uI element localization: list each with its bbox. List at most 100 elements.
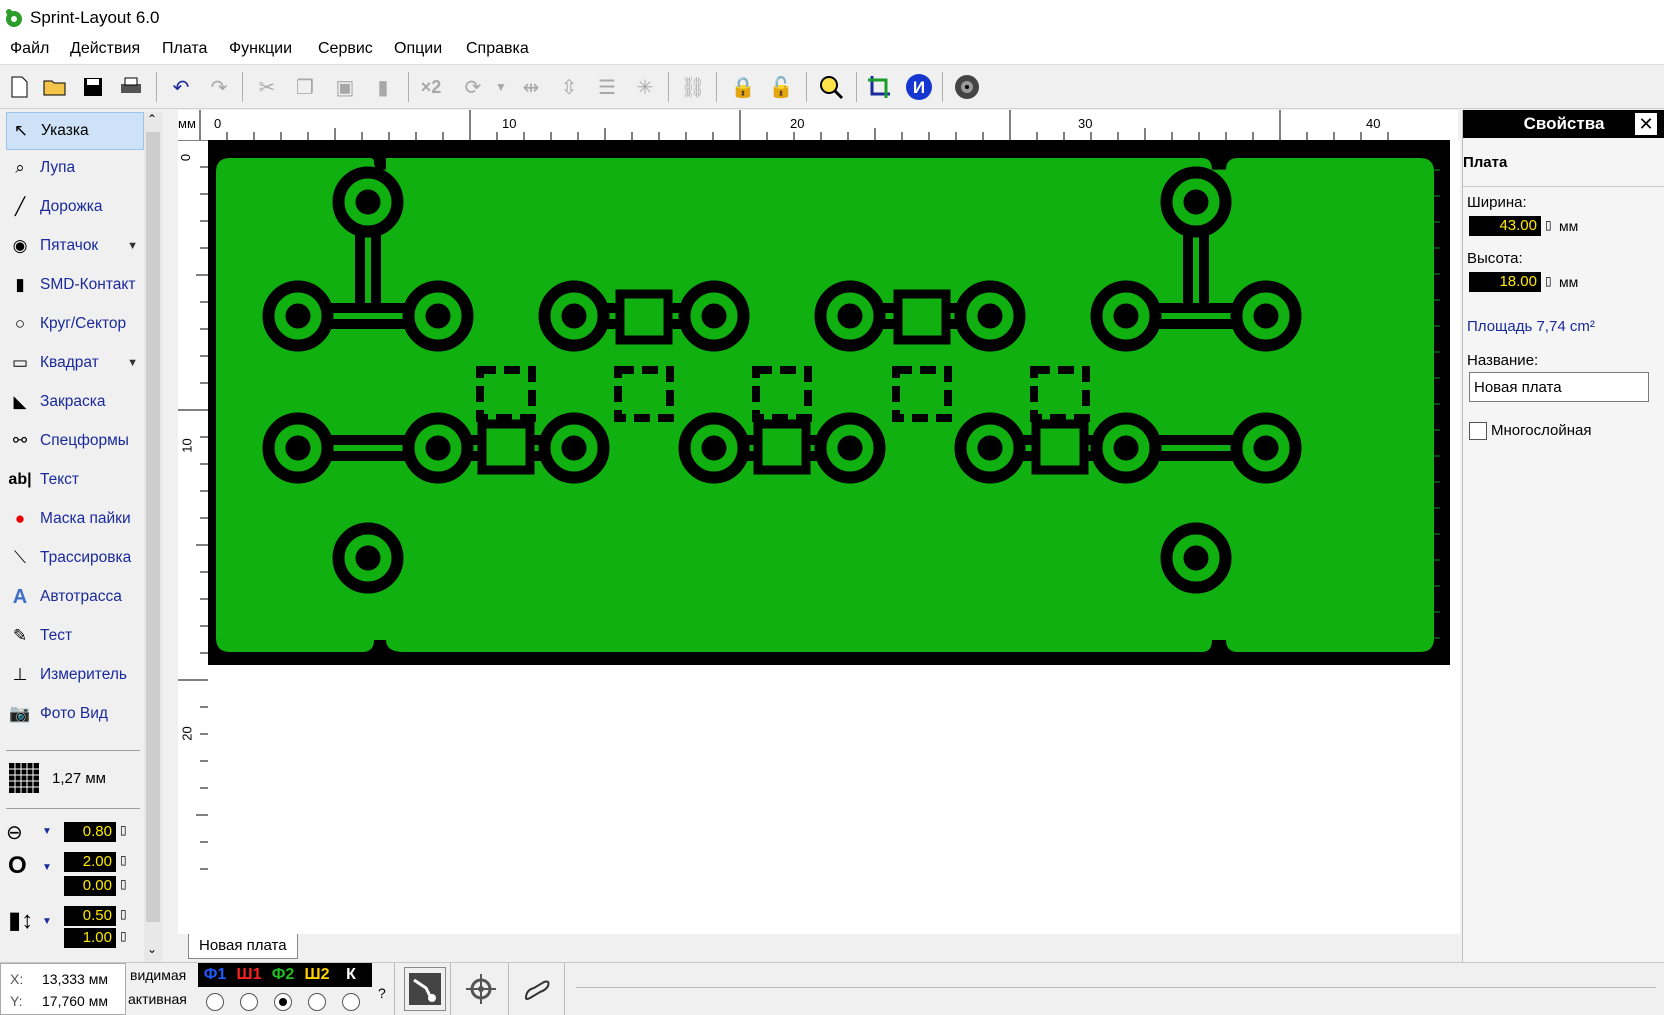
chevron-down-icon[interactable]: ▼ [42, 826, 52, 837]
open-folder-icon[interactable] [40, 72, 70, 102]
layer-s2[interactable]: Ш2 [300, 963, 334, 987]
close-icon[interactable]: ✕ [1635, 113, 1657, 135]
rubberband-icon[interactable] [404, 967, 446, 1011]
layer-s1[interactable]: Ш1 [232, 963, 266, 987]
tool-test[interactable]: ✎ Тест [6, 618, 142, 654]
tool-autoroute[interactable]: A Автотрасса [6, 579, 142, 615]
scroll-thumb[interactable] [146, 132, 160, 922]
menu-board[interactable]: Плата [162, 40, 207, 58]
lock-icon[interactable]: 🔒 [728, 72, 758, 102]
tool-square[interactable]: ▭ Квадрат ▼ [6, 345, 142, 381]
spinner-icon[interactable]: ▯ [1545, 274, 1552, 288]
save-icon[interactable] [78, 72, 108, 102]
scroll-up-icon[interactable]: ⌃ [147, 112, 157, 126]
board-tab[interactable]: Новая плата [188, 934, 298, 959]
chevron-down-icon[interactable]: ▼ [127, 357, 138, 369]
layer-k-radio[interactable] [342, 993, 360, 1011]
tool-smd[interactable]: ▮ SMD-Контакт [6, 267, 142, 303]
paste-icon[interactable]: ▣ [330, 72, 360, 102]
menu-service[interactable]: Сервис [318, 40, 373, 58]
layer-f1-radio[interactable] [206, 993, 224, 1011]
tool-text[interactable]: ab| Текст [6, 462, 142, 498]
zoom-icon[interactable] [816, 72, 846, 102]
chevron-down-icon[interactable]: ▼ [127, 240, 138, 252]
spinner-icon[interactable]: ▯ [120, 877, 127, 891]
tool-label: Измеритель [40, 666, 127, 683]
chevron-down-icon[interactable]: ▼ [42, 862, 52, 873]
menu-actions[interactable]: Действия [70, 40, 140, 58]
tool-fill[interactable]: ◣ Закраска [6, 384, 142, 420]
unlock-icon[interactable]: 🔓 [766, 72, 796, 102]
copy-icon[interactable]: ❐ [290, 72, 320, 102]
tool-measure[interactable]: ⊥ Измеритель [6, 657, 142, 693]
pad-outer-field[interactable]: 2.00 [64, 852, 116, 872]
spinner-icon[interactable]: ▯ [120, 853, 127, 867]
smd-height-field[interactable]: 1.00 [64, 928, 116, 948]
board-width-field[interactable]: 43.00 [1469, 216, 1541, 236]
board-name-input[interactable] [1469, 372, 1649, 402]
menu-help[interactable]: Справка [466, 40, 529, 58]
board-height-field[interactable]: 18.00 [1469, 272, 1541, 292]
layer-f2-radio[interactable] [274, 993, 292, 1011]
tool-label: Лупа [40, 159, 76, 176]
scroll-down-icon[interactable]: ⌄ [147, 942, 157, 956]
align-icon[interactable]: ☰ [592, 72, 622, 102]
tool-circle[interactable]: ○ Круг/Сектор [6, 306, 142, 342]
connections-icon[interactable]: ⛓ [678, 72, 708, 102]
tool-photo-view[interactable]: 📷 Фото Вид [6, 696, 142, 732]
spinner-icon[interactable]: ▯ [120, 907, 127, 921]
photo-view-icon: 📷 [9, 704, 31, 723]
layer-s2-radio[interactable] [308, 993, 326, 1011]
rotate-icon[interactable]: ⟳ [458, 72, 488, 102]
tool-pointer[interactable]: ↖ Указка [6, 112, 144, 150]
crop-icon[interactable] [864, 72, 894, 102]
grid-value[interactable]: 1,27 мм [52, 770, 106, 787]
pad-hole [701, 303, 727, 329]
snap-icon[interactable] [460, 967, 502, 1011]
redo-icon[interactable]: ↷ [204, 72, 234, 102]
mirror-vertical-icon[interactable]: ⇳ [554, 72, 584, 102]
tool-track[interactable]: ╱ Дорожка [6, 189, 142, 225]
layer-k[interactable]: К [334, 963, 368, 987]
duplicate-icon[interactable]: ×2 [416, 72, 446, 102]
connection-mode-icon[interactable] [516, 967, 558, 1011]
spinner-icon[interactable]: ▯ [1545, 218, 1552, 232]
rotate-dropdown-icon[interactable]: ▼ [486, 72, 516, 102]
print-icon[interactable] [116, 72, 146, 102]
cut-icon[interactable]: ✂ [252, 72, 282, 102]
tool-panel-scrollbar[interactable]: ⌃ ⌄ [144, 112, 162, 962]
menu-file[interactable]: Файл [10, 40, 49, 58]
mirror-horizontal-icon[interactable]: ⇹ [516, 72, 546, 102]
tool-solder-mask[interactable]: ● Маска пайки [6, 501, 142, 537]
delete-icon[interactable]: ▮ [368, 72, 398, 102]
layer-s1-radio[interactable] [240, 993, 258, 1011]
smd-width-field[interactable]: 0.50 [64, 906, 116, 926]
spinner-icon[interactable]: ▯ [120, 823, 127, 837]
spinner-icon[interactable]: ▯ [120, 929, 127, 943]
tool-pad[interactable]: ◉ Пятачок ▼ [6, 228, 142, 264]
track-icon: ╱ [14, 197, 26, 216]
settings-icon[interactable] [952, 72, 982, 102]
multilayer-checkbox[interactable] [1469, 422, 1487, 440]
layer-f1[interactable]: Ф1 [198, 963, 232, 987]
group-icon[interactable]: ✳ [630, 72, 660, 102]
info-icon[interactable]: И [904, 72, 934, 102]
tool-special-forms[interactable]: ⚯ Спецформы [6, 423, 142, 459]
tool-magnifier[interactable]: ⌕ Лупа [6, 150, 142, 186]
chevron-down-icon[interactable]: ▼ [42, 916, 52, 927]
layer-f2[interactable]: Ф2 [266, 963, 300, 987]
pad-inner-field[interactable]: 0.00 [64, 876, 116, 896]
solder-mask-icon: ● [14, 509, 26, 528]
new-file-icon[interactable] [4, 72, 34, 102]
track-width-field[interactable]: 0.80 [64, 822, 116, 842]
undo-icon[interactable]: ↶ [166, 72, 196, 102]
tool-routing[interactable]: ⟍ Трассировка [6, 540, 142, 576]
board-canvas[interactable] [208, 140, 1460, 940]
menu-options[interactable]: Опции [394, 40, 442, 58]
layer-help[interactable]: ? [378, 985, 386, 1001]
pcb-drawing[interactable] [208, 140, 1460, 940]
menu-functions[interactable]: Функции [229, 40, 292, 58]
grid-icon[interactable] [8, 762, 40, 798]
title-bar: Sprint-Layout 6.0 [0, 0, 1664, 36]
pad-hole [561, 435, 587, 461]
